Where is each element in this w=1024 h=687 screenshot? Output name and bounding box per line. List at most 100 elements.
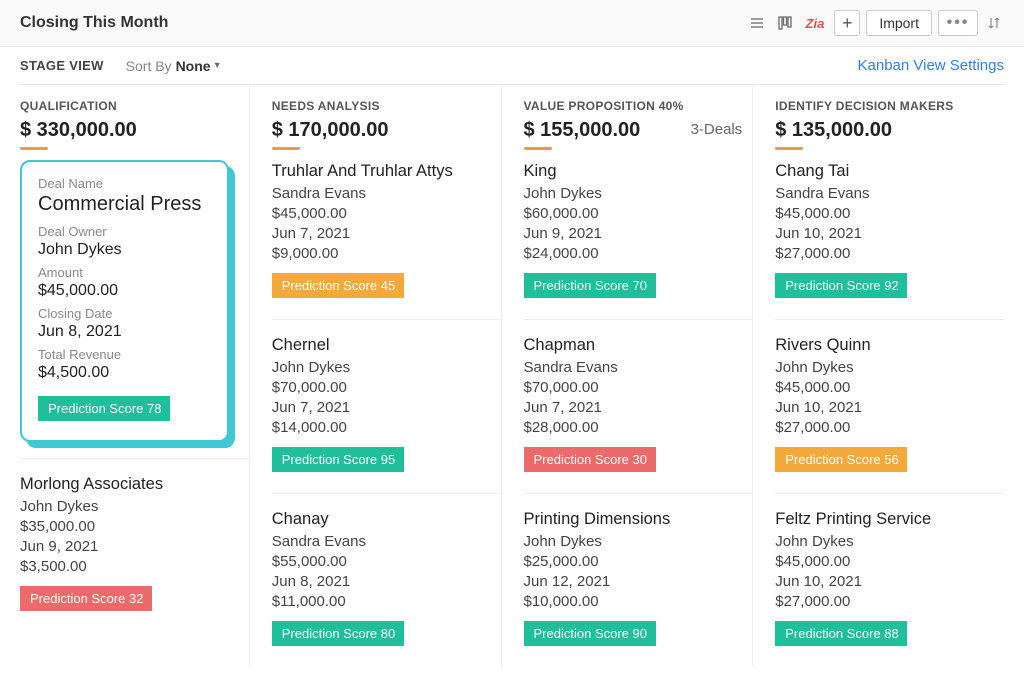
prediction-score-badge: Prediction Score 80	[272, 621, 404, 646]
deal-amount: $45,000.00	[775, 205, 1004, 222]
deal-amount: $45,000.00	[775, 553, 1004, 570]
kanban-column: VALUE PROPOSITION 40%$ 155,000.003-Deals…	[501, 84, 753, 667]
stage-total: $ 155,000.00	[524, 119, 641, 142]
deal-owner: Sandra Evans	[272, 533, 501, 550]
deal-amount: $35,000.00	[20, 518, 249, 535]
sort-by-dropdown[interactable]: Sort By None ▾	[126, 58, 220, 74]
deal-owner: John Dykes	[38, 241, 211, 259]
label-deal-name: Deal Name	[38, 176, 211, 191]
deal-name: Printing Dimensions	[524, 510, 753, 529]
deal-card[interactable]: KingJohn Dykes$60,000.00Jun 9, 2021$24,0…	[524, 160, 753, 311]
deal-closing-date: Jun 10, 2021	[775, 225, 1004, 242]
more-actions-button[interactable]: •••	[938, 10, 978, 36]
stage-total: $ 135,000.00	[775, 119, 892, 142]
deal-owner: John Dykes	[20, 498, 249, 515]
stage-total: $ 170,000.00	[272, 119, 389, 142]
prediction-score-badge: Prediction Score 88	[775, 621, 907, 646]
deal-revenue: $28,000.00	[524, 419, 753, 436]
sort-by-value: None	[176, 58, 211, 74]
label-amount: Amount	[38, 265, 211, 280]
deal-revenue: $24,000.00	[524, 245, 753, 262]
kanban-column: QUALIFICATION $ 330,000.00 Deal Name Commer…	[20, 84, 249, 667]
deal-card-featured[interactable]: Deal NameCommercial PressDeal OwnerJohn …	[20, 160, 229, 442]
stage-deal-count: 3-Deals	[691, 121, 743, 138]
column-header: NEEDS ANALYSIS$ 170,000.00	[272, 99, 501, 142]
deal-owner: John Dykes	[524, 533, 753, 550]
deal-card[interactable]: Chapman Sandra Evans $70,000.00 Jun 7, 2021…	[524, 319, 753, 485]
deal-revenue: $11,000.00	[272, 593, 501, 610]
prediction-score-badge: Prediction Score 90	[524, 621, 656, 646]
stage-view-label[interactable]: STAGE VIEW	[20, 58, 104, 73]
sub-bar-left: STAGE VIEW Sort By None ▾	[20, 58, 220, 74]
prediction-score-badge: Prediction Score 32	[20, 586, 152, 611]
deal-card[interactable]: Feltz Printing Service John Dykes $45,000.…	[775, 493, 1004, 659]
deal-closing-date: Jun 10, 2021	[775, 399, 1004, 416]
deal-closing-date: Jun 7, 2021	[524, 399, 753, 416]
deal-owner: John Dykes	[775, 533, 1004, 550]
prediction-score-badge: Prediction Score 95	[272, 447, 404, 472]
prediction-score-badge: Prediction Score 78	[38, 396, 170, 421]
deal-owner: John Dykes	[775, 359, 1004, 376]
deal-amount: $60,000.00	[524, 205, 753, 222]
prediction-score-badge: Prediction Score 45	[272, 273, 404, 298]
column-header: VALUE PROPOSITION 40%$ 155,000.003-Deals	[524, 99, 753, 142]
prediction-score-badge: Prediction Score 56	[775, 447, 907, 472]
deal-revenue: $10,000.00	[524, 593, 753, 610]
deal-amount: $70,000.00	[272, 379, 501, 396]
deal-name: Feltz Printing Service	[775, 510, 1004, 529]
deal-revenue: $27,000.00	[775, 593, 1004, 610]
deal-amount: $45,000.00	[38, 282, 211, 300]
deal-revenue: $14,000.00	[272, 419, 501, 436]
deal-closing-date: Jun 9, 2021	[524, 225, 753, 242]
list-view-icon[interactable]	[746, 12, 768, 34]
deal-owner: Sandra Evans	[272, 185, 501, 202]
deal-closing-date: Jun 12, 2021	[524, 573, 753, 590]
add-button[interactable]: +	[834, 10, 860, 36]
sort-toggle-icon[interactable]	[984, 13, 1004, 33]
deal-card[interactable]: Chang Tai Sandra Evans $45,000.00 Jun 10, 2…	[775, 160, 1004, 311]
deal-name: Morlong Associates	[20, 475, 249, 494]
deal-name: Commercial Press	[38, 193, 211, 216]
deal-revenue: $4,500.00	[38, 364, 211, 382]
column-header: QUALIFICATION $ 330,000.00	[20, 99, 249, 142]
page-title: Closing This Month	[20, 14, 168, 32]
top-bar-actions: Zia + Import •••	[746, 10, 1004, 36]
deal-name: Chanay	[272, 510, 501, 529]
deal-card[interactable]: Rivers Quinn John Dykes $45,000.00 Jun 10, …	[775, 319, 1004, 485]
deal-owner: Sandra Evans	[524, 359, 753, 376]
stage-name: IDENTIFY DECISION MAKERS	[775, 99, 1004, 113]
kanban-settings-link[interactable]: Kanban View Settings	[858, 57, 1005, 74]
deal-name: Chernel	[272, 336, 501, 355]
chevron-down-icon: ▾	[215, 60, 220, 71]
deal-name: Rivers Quinn	[775, 336, 1004, 355]
deal-name: Truhlar And Truhlar Attys	[272, 162, 501, 181]
deal-owner: John Dykes	[524, 185, 753, 202]
zia-icon[interactable]: Zia	[802, 16, 829, 31]
deal-card[interactable]: Truhlar And Truhlar AttysSandra Evans$45…	[272, 160, 501, 311]
deal-amount: $70,000.00	[524, 379, 753, 396]
deal-card[interactable]: Morlong AssociatesJohn Dykes$35,000.00Ju…	[20, 458, 249, 624]
stage-name: QUALIFICATION	[20, 99, 249, 113]
sort-by-label: Sort By	[126, 58, 172, 74]
deal-revenue: $27,000.00	[775, 419, 1004, 436]
label-total-revenue: Total Revenue	[38, 347, 211, 362]
deal-card[interactable]: ChanaySandra Evans$55,000.00Jun 8, 2021$…	[272, 493, 501, 659]
deal-name: Chapman	[524, 336, 753, 355]
deal-closing-date: Jun 10, 2021	[775, 573, 1004, 590]
deal-closing-date: Jun 7, 2021	[272, 225, 501, 242]
prediction-score-badge: Prediction Score 70	[524, 273, 656, 298]
kanban-view-icon[interactable]	[774, 12, 796, 34]
deal-owner: Sandra Evans	[775, 185, 1004, 202]
deal-card[interactable]: ChernelJohn Dykes$70,000.00Jun 7, 2021$1…	[272, 319, 501, 485]
stage-total: $ 330,000.00	[20, 119, 137, 142]
deal-amount: $45,000.00	[775, 379, 1004, 396]
kanban-board: QUALIFICATION $ 330,000.00 Deal Name Commer…	[0, 84, 1024, 687]
deal-amount: $25,000.00	[524, 553, 753, 570]
label-closing-date: Closing Date	[38, 306, 211, 321]
kanban-column: IDENTIFY DECISION MAKERS $ 135,000.00 Chan…	[752, 84, 1004, 667]
import-button[interactable]: Import	[866, 10, 932, 36]
deal-name: Chang Tai	[775, 162, 1004, 181]
deal-card[interactable]: Printing Dimensions John Dykes $25,000.00 J…	[524, 493, 753, 659]
top-bar: Closing This Month Zia + Import •••	[0, 0, 1024, 47]
deal-closing-date: Jun 8, 2021	[38, 323, 211, 341]
